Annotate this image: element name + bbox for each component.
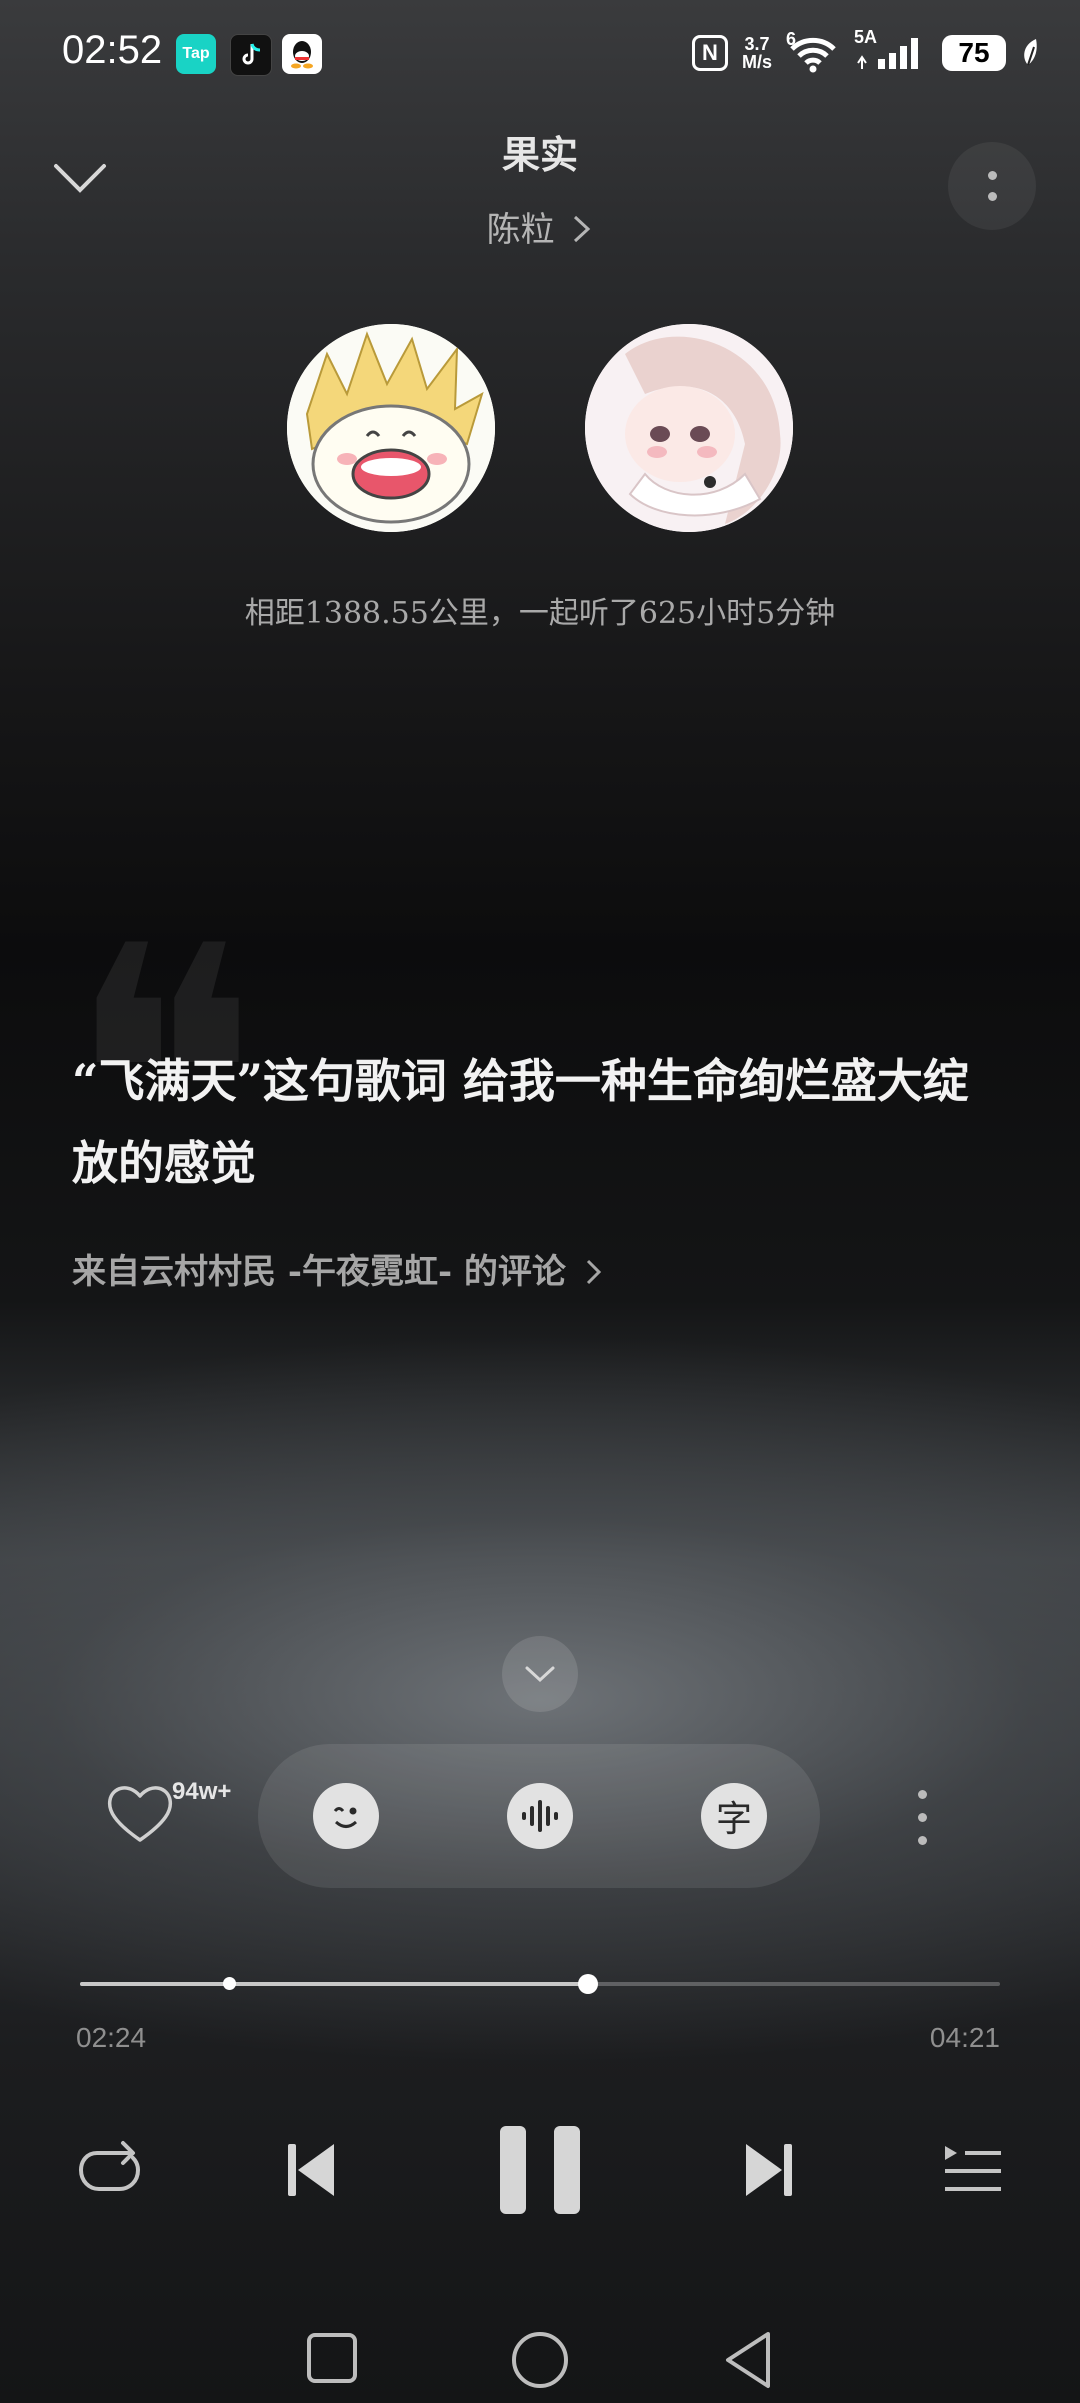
next-track-button[interactable] (730, 2130, 810, 2210)
battery-indicator: 75 (942, 35, 1006, 71)
progress-played (80, 1982, 588, 1986)
total-time: 04:21 (929, 2022, 1000, 2053)
like-count: 94w+ (172, 1778, 232, 1805)
chevron-right-icon (574, 215, 591, 243)
comment-source-link[interactable]: 来自云村村民 -午夜霓虹- 的评论 (72, 1244, 604, 1293)
heart-icon (107, 1786, 173, 1842)
skip-previous-icon (288, 2144, 334, 2196)
dot-icon (987, 192, 997, 201)
home-button[interactable] (510, 2330, 570, 2394)
status-time: 02:52 (62, 28, 163, 72)
dot-icon (987, 171, 997, 180)
comment-source-text: 来自云村村民 -午夜霓虹- 的评论 (72, 1252, 566, 1292)
artist-link[interactable]: 陈粒 (0, 202, 1080, 251)
lyrics-button[interactable]: 字 (701, 1783, 767, 1849)
circle-icon (512, 2332, 568, 2388)
emoji-reaction-button[interactable] (313, 1783, 379, 1849)
current-time: 02:24 (76, 2022, 147, 2053)
status-bar: 02:52 Tap N 3.7 M/s 6 5A 75 (0, 0, 1080, 110)
avatar-friend[interactable] (585, 324, 793, 532)
cartoon-avatar-image (287, 324, 495, 532)
previous-track-button[interactable] (270, 2130, 350, 2210)
sound-wave-icon (522, 1800, 558, 1832)
pause-button[interactable] (490, 2120, 590, 2220)
qq-icon (282, 34, 322, 74)
status-indicators: N 3.7 M/s 6 5A 75 (691, 27, 1040, 76)
recent-apps-button[interactable] (304, 2330, 360, 2390)
repeat-mode-button[interactable] (70, 2130, 150, 2210)
square-icon (307, 2333, 357, 2383)
pause-icon (500, 2126, 580, 2214)
repeat-icon (78, 2141, 141, 2191)
listen-together-stats: 相距1388.55公里，一起听了625小时5分钟 (244, 596, 836, 631)
playlist-icon (945, 2146, 1001, 2191)
back-button[interactable] (720, 2330, 776, 2394)
dot-icon (918, 1813, 927, 1822)
song-title: 果实 (501, 132, 578, 177)
avatar-user[interactable] (287, 324, 495, 532)
illustrated-girl-avatar-image (585, 324, 793, 532)
more-options-button[interactable] (948, 142, 1036, 230)
nfc-icon: N (691, 35, 728, 71)
cellular-signal-icon: 5A (854, 27, 928, 73)
leaf-icon (1024, 39, 1037, 66)
tiktok-icon (230, 34, 272, 76)
dot-icon (918, 1790, 927, 1799)
wifi-icon: 6 (786, 29, 840, 73)
audio-effect-button[interactable] (507, 1783, 573, 1849)
chevron-right-icon (586, 1259, 601, 1285)
tap-app-icon: Tap (176, 34, 216, 74)
playlist-button[interactable] (934, 2130, 1010, 2210)
dot-icon (918, 1836, 927, 1845)
featured-comment[interactable]: “飞满天”这句歌词 给我一种生命绚烂盛大绽放的感觉 (72, 1040, 1012, 1204)
chevron-down-icon (525, 1666, 555, 1683)
action-more-button[interactable] (918, 1790, 927, 1845)
wink-face-icon (333, 1807, 358, 1828)
network-speed: 3.7 M/s (741, 34, 772, 72)
climax-marker[interactable] (223, 1977, 237, 1990)
skip-next-icon (746, 2144, 792, 2196)
collapse-comments-button[interactable] (502, 1636, 578, 1712)
progress-thumb[interactable] (577, 1974, 598, 1994)
artist-name: 陈粒 (486, 210, 555, 250)
triangle-back-icon (726, 2332, 770, 2388)
